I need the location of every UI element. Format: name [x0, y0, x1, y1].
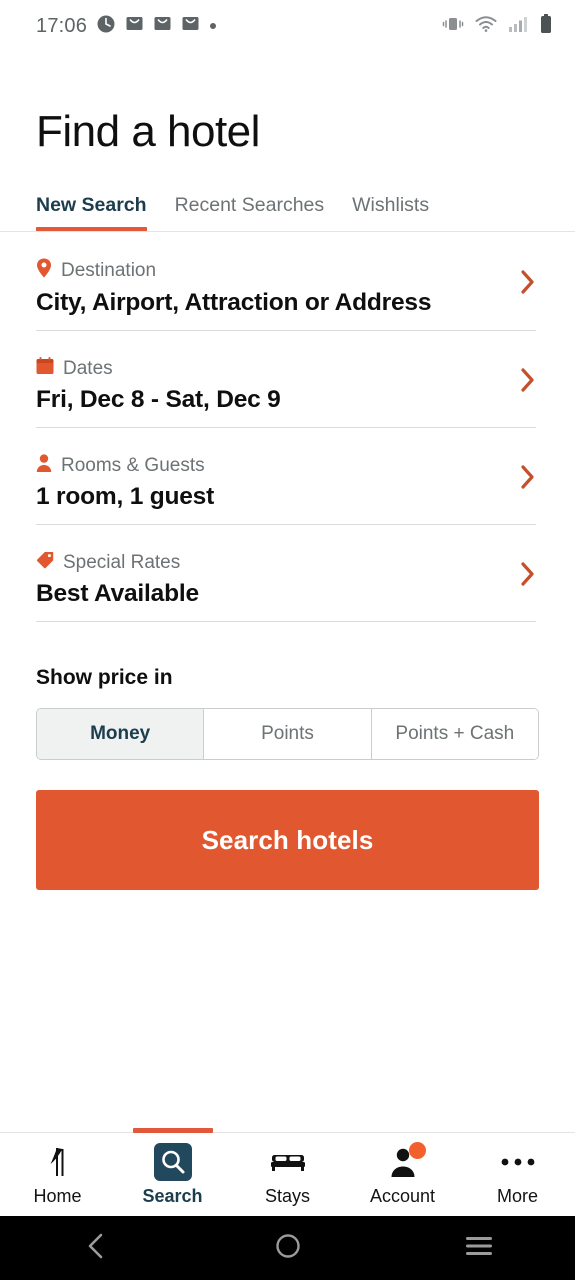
- person-icon: [36, 454, 52, 478]
- android-back-button[interactable]: [0, 1231, 192, 1266]
- bottom-navigation-bar: Home Search Stays Account More: [0, 1132, 575, 1216]
- bottom-nav-search-label: Search: [142, 1186, 203, 1206]
- search-hotels-button[interactable]: Search hotels: [36, 790, 539, 890]
- phone-screen: 17:06 Find a hotel New Search Recent Sea…: [0, 0, 575, 1280]
- recents-menu-icon: [465, 1235, 493, 1262]
- bottom-nav-home-label: Home: [33, 1186, 82, 1206]
- price-display-section: Show price in Money Points Points + Cash: [0, 622, 575, 760]
- mail-icon: [181, 14, 200, 38]
- bottom-nav-account-label: Account: [369, 1186, 436, 1206]
- chevron-right-icon[interactable]: [520, 269, 536, 295]
- dot-icon: [209, 17, 217, 35]
- tab-new-search[interactable]: New Search: [36, 194, 147, 232]
- bottom-nav-account[interactable]: Account: [345, 1133, 460, 1207]
- special-rates-value: Best Available: [36, 580, 199, 607]
- dates-label: Dates: [63, 358, 113, 379]
- bottom-nav-search[interactable]: Search: [115, 1133, 230, 1207]
- magnifier-icon: [153, 1143, 192, 1181]
- price-display-heading: Show price in: [36, 666, 173, 689]
- special-rates-label: Special Rates: [63, 552, 181, 573]
- tab-recent-searches[interactable]: Recent Searches: [175, 194, 325, 232]
- account-notification-badge: [408, 1142, 426, 1159]
- rooms-guests-label: Rooms & Guests: [61, 455, 205, 476]
- dates-row[interactable]: Dates Fri, Dec 8 - Sat, Dec 9: [36, 331, 539, 428]
- chevron-right-icon[interactable]: [520, 561, 536, 587]
- marriott-logo-icon: [43, 1143, 73, 1181]
- price-tag-icon: [36, 551, 54, 575]
- dates-label-group: Dates: [36, 357, 539, 381]
- destination-row[interactable]: Destination City, Airport, Attraction or…: [36, 232, 539, 331]
- bottom-nav-more[interactable]: More: [460, 1133, 575, 1207]
- rooms-guests-label-group: Rooms & Guests: [36, 454, 539, 478]
- status-bar-right: [442, 13, 553, 39]
- special-rates-row[interactable]: Special Rates Best Available: [36, 525, 539, 622]
- android-system-nav: [0, 1216, 575, 1280]
- status-bar-clock: 17:06: [36, 14, 88, 37]
- android-recents-button[interactable]: [383, 1235, 575, 1262]
- ellipsis-icon: [501, 1143, 535, 1181]
- special-rates-label-group: Special Rates: [36, 551, 539, 575]
- android-home-button[interactable]: [192, 1232, 384, 1265]
- chevron-right-icon[interactable]: [520, 464, 536, 490]
- status-bar: 17:06: [0, 0, 575, 52]
- bed-icon: [270, 1143, 306, 1181]
- bottom-nav-stays[interactable]: Stays: [230, 1133, 345, 1207]
- search-button-wrap: Search hotels: [0, 760, 575, 890]
- segment-money[interactable]: Money: [37, 709, 205, 759]
- cellular-signal-icon: [508, 15, 528, 38]
- clock-alarm-icon: [96, 14, 116, 39]
- chevron-right-icon[interactable]: [520, 367, 536, 393]
- segment-points-plus-cash[interactable]: Points + Cash: [371, 709, 538, 759]
- tab-wishlists[interactable]: Wishlists: [352, 194, 429, 232]
- location-pin-icon: [36, 258, 52, 284]
- destination-label-group: Destination: [36, 258, 539, 284]
- bottom-nav-more-label: More: [496, 1186, 538, 1206]
- vibrate-icon: [442, 15, 464, 38]
- price-display-segmented-control: Money Points Points + Cash: [36, 708, 539, 760]
- rooms-guests-row[interactable]: Rooms & Guests 1 room, 1 guest: [36, 428, 539, 525]
- calendar-icon: [36, 357, 54, 381]
- back-chevron-icon: [83, 1231, 109, 1266]
- wifi-icon: [475, 15, 497, 38]
- destination-value: City, Airport, Attraction or Address: [36, 289, 432, 316]
- status-bar-left: 17:06: [36, 14, 217, 39]
- rooms-guests-value: 1 room, 1 guest: [36, 483, 215, 510]
- bottom-nav-home[interactable]: Home: [0, 1133, 115, 1207]
- page-title: Find a hotel: [36, 107, 260, 156]
- dates-value: Fri, Dec 8 - Sat, Dec 9: [36, 386, 281, 413]
- mail-icon: [125, 14, 144, 38]
- bottom-nav-stays-label: Stays: [264, 1186, 311, 1206]
- tab-bar: New Search Recent Searches Wishlists: [0, 154, 575, 232]
- destination-label: Destination: [61, 260, 157, 281]
- mail-icon: [153, 14, 172, 38]
- battery-icon: [539, 13, 553, 39]
- home-circle-icon: [274, 1232, 302, 1265]
- search-form: Destination City, Airport, Attraction or…: [0, 232, 575, 622]
- segment-points[interactable]: Points: [204, 709, 372, 759]
- person-icon: [390, 1142, 426, 1181]
